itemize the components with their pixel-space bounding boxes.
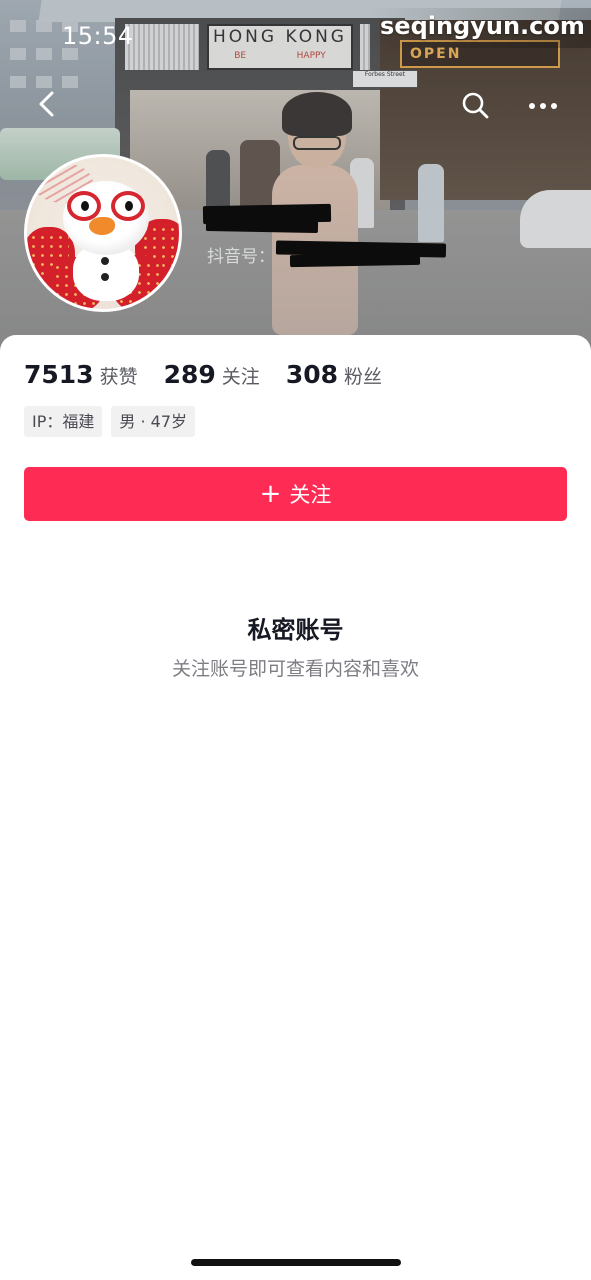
profile-stats: 7513 获赞 289 关注 308 粉丝	[24, 360, 408, 390]
avatar[interactable]	[24, 154, 182, 312]
stat-label: 关注	[221, 366, 260, 388]
profile-tags: IP：福建 男 · 47岁	[24, 406, 204, 437]
stat-following[interactable]: 289 关注	[164, 360, 260, 389]
stat-likes[interactable]: 7513 获赞	[24, 360, 138, 389]
back-button[interactable]	[32, 88, 64, 120]
redacted-douyin-id-2	[289, 252, 421, 268]
follow-button-label: 关注	[289, 483, 332, 507]
plus-icon: +	[259, 479, 282, 509]
search-button[interactable]	[460, 90, 490, 120]
private-account-subtitle: 关注账号即可查看内容和喜欢	[171, 658, 419, 680]
private-account-title: 私密账号	[247, 616, 344, 644]
status-bar-time: 15:54	[62, 22, 134, 50]
home-indicator[interactable]	[191, 1259, 401, 1266]
more-button[interactable]	[527, 92, 559, 120]
stat-value: 7513	[24, 360, 94, 389]
stat-value: 308	[285, 360, 338, 389]
watermark-text: seqingyun.com	[380, 12, 585, 40]
more-horizontal-icon	[529, 103, 557, 109]
redacted-nickname-2	[205, 219, 319, 233]
tag-ip-location: IP：福建	[24, 406, 103, 437]
stat-label: 获赞	[99, 366, 138, 388]
stat-value: 289	[163, 360, 216, 389]
stat-followers[interactable]: 308 粉丝	[286, 360, 382, 389]
stat-label: 粉丝	[344, 366, 383, 388]
profile-page: HONG KONG BE HAPPY OPEN Forbes Street 15…	[0, 0, 591, 1280]
douyin-id-label: 抖音号：	[207, 247, 275, 267]
chevron-left-icon	[39, 91, 54, 117]
tag-gender-age: 男 · 47岁	[111, 406, 195, 437]
follow-button[interactable]: + 关注	[24, 467, 567, 521]
search-icon	[462, 92, 489, 119]
